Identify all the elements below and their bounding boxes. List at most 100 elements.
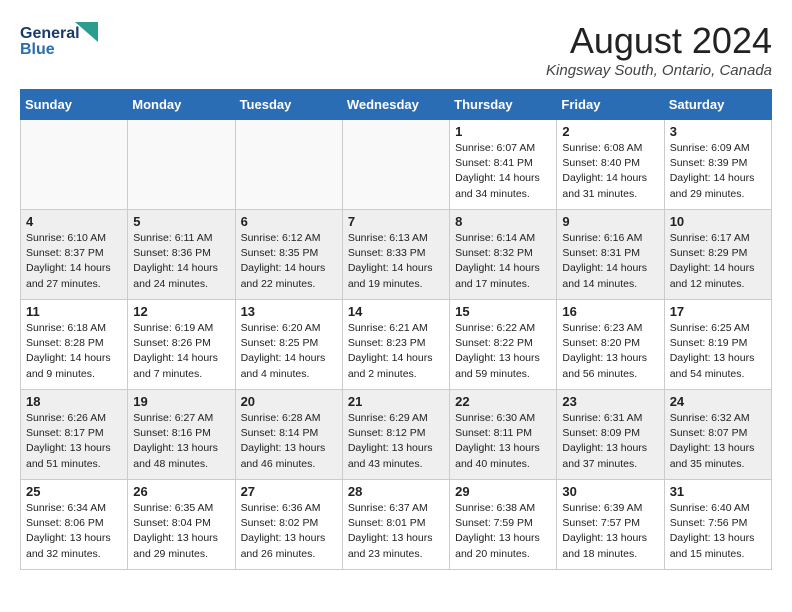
day-number: 23 — [562, 394, 658, 409]
day-number: 7 — [348, 214, 444, 229]
day-number: 30 — [562, 484, 658, 499]
day-number: 17 — [670, 304, 766, 319]
day-info: Sunrise: 6:12 AM Sunset: 8:35 PM Dayligh… — [241, 231, 337, 292]
calendar-cell: 5 Sunrise: 6:11 AM Sunset: 8:36 PM Daylig… — [128, 210, 235, 300]
weekday-header-monday: Monday — [128, 90, 235, 120]
day-info: Sunrise: 6:28 AM Sunset: 8:14 PM Dayligh… — [241, 411, 337, 472]
day-info: Sunrise: 6:35 AM Sunset: 8:04 PM Dayligh… — [133, 501, 229, 562]
day-info: Sunrise: 6:14 AM Sunset: 8:32 PM Dayligh… — [455, 231, 551, 292]
calendar-table: SundayMondayTuesdayWednesdayThursdayFrid… — [20, 89, 772, 570]
calendar-week-row: 1 Sunrise: 6:07 AM Sunset: 8:41 PM Daylig… — [21, 120, 772, 210]
calendar-cell: 9 Sunrise: 6:16 AM Sunset: 8:31 PM Daylig… — [557, 210, 664, 300]
day-info: Sunrise: 6:21 AM Sunset: 8:23 PM Dayligh… — [348, 321, 444, 382]
day-info: Sunrise: 6:10 AM Sunset: 8:37 PM Dayligh… — [26, 231, 122, 292]
day-number: 25 — [26, 484, 122, 499]
day-number: 6 — [241, 214, 337, 229]
day-info: Sunrise: 6:25 AM Sunset: 8:19 PM Dayligh… — [670, 321, 766, 382]
logo-icon: GeneralBlue — [20, 20, 100, 60]
calendar-cell: 31Sunrise: 6:40 AM Sunset: 7:56 PM Dayli… — [664, 480, 771, 570]
calendar-cell: 7 Sunrise: 6:13 AM Sunset: 8:33 PM Daylig… — [342, 210, 449, 300]
day-number: 19 — [133, 394, 229, 409]
calendar-cell — [235, 120, 342, 210]
day-info: Sunrise: 6:08 AM Sunset: 8:40 PM Dayligh… — [562, 141, 658, 202]
day-number: 11 — [26, 304, 122, 319]
day-number: 3 — [670, 124, 766, 139]
day-info: Sunrise: 6:31 AM Sunset: 8:09 PM Dayligh… — [562, 411, 658, 472]
month-title: August 2024 — [546, 20, 772, 62]
day-number: 10 — [670, 214, 766, 229]
day-number: 12 — [133, 304, 229, 319]
day-info: Sunrise: 6:38 AM Sunset: 7:59 PM Dayligh… — [455, 501, 551, 562]
calendar-cell: 4 Sunrise: 6:10 AM Sunset: 8:37 PM Daylig… — [21, 210, 128, 300]
calendar-week-row: 18Sunrise: 6:26 AM Sunset: 8:17 PM Dayli… — [21, 390, 772, 480]
title-block: August 2024 Kingsway South, Ontario, Can… — [546, 20, 772, 79]
day-info: Sunrise: 6:11 AM Sunset: 8:36 PM Dayligh… — [133, 231, 229, 292]
day-number: 15 — [455, 304, 551, 319]
day-number: 5 — [133, 214, 229, 229]
calendar-cell: 13Sunrise: 6:20 AM Sunset: 8:25 PM Dayli… — [235, 300, 342, 390]
weekday-header-thursday: Thursday — [450, 90, 557, 120]
day-number: 29 — [455, 484, 551, 499]
calendar-week-row: 11 Sunrise: 6:18 AM Sunset: 8:28 PM Dayli… — [21, 300, 772, 390]
day-info: Sunrise: 6:22 AM Sunset: 8:22 PM Dayligh… — [455, 321, 551, 382]
day-info: Sunrise: 6:39 AM Sunset: 7:57 PM Dayligh… — [562, 501, 658, 562]
day-info: Sunrise: 6:27 AM Sunset: 8:16 PM Dayligh… — [133, 411, 229, 472]
day-info: Sunrise: 6:37 AM Sunset: 8:01 PM Dayligh… — [348, 501, 444, 562]
calendar-cell: 8Sunrise: 6:14 AM Sunset: 8:32 PM Daylig… — [450, 210, 557, 300]
day-info: Sunrise: 6:16 AM Sunset: 8:31 PM Dayligh… — [562, 231, 658, 292]
calendar-cell: 11 Sunrise: 6:18 AM Sunset: 8:28 PM Dayli… — [21, 300, 128, 390]
calendar-cell: 17 Sunrise: 6:25 AM Sunset: 8:19 PM Dayli… — [664, 300, 771, 390]
day-info: Sunrise: 6:40 AM Sunset: 7:56 PM Dayligh… — [670, 501, 766, 562]
day-number: 24 — [670, 394, 766, 409]
day-number: 28 — [348, 484, 444, 499]
day-info: Sunrise: 6:26 AM Sunset: 8:17 PM Dayligh… — [26, 411, 122, 472]
day-info: Sunrise: 6:29 AM Sunset: 8:12 PM Dayligh… — [348, 411, 444, 472]
calendar-cell: 3 Sunrise: 6:09 AM Sunset: 8:39 PM Daylig… — [664, 120, 771, 210]
day-number: 9 — [562, 214, 658, 229]
day-number: 4 — [26, 214, 122, 229]
location: Kingsway South, Ontario, Canada — [546, 62, 772, 79]
day-info: Sunrise: 6:09 AM Sunset: 8:39 PM Dayligh… — [670, 141, 766, 202]
day-info: Sunrise: 6:32 AM Sunset: 8:07 PM Dayligh… — [670, 411, 766, 472]
weekday-header-wednesday: Wednesday — [342, 90, 449, 120]
weekday-header-row: SundayMondayTuesdayWednesdayThursdayFrid… — [21, 90, 772, 120]
day-info: Sunrise: 6:18 AM Sunset: 8:28 PM Dayligh… — [26, 321, 122, 382]
day-info: Sunrise: 6:30 AM Sunset: 8:11 PM Dayligh… — [455, 411, 551, 472]
weekday-header-friday: Friday — [557, 90, 664, 120]
day-info: Sunrise: 6:36 AM Sunset: 8:02 PM Dayligh… — [241, 501, 337, 562]
day-number: 1 — [455, 124, 551, 139]
day-info: Sunrise: 6:20 AM Sunset: 8:25 PM Dayligh… — [241, 321, 337, 382]
day-info: Sunrise: 6:34 AM Sunset: 8:06 PM Dayligh… — [26, 501, 122, 562]
calendar-week-row: 25 Sunrise: 6:34 AM Sunset: 8:06 PM Dayli… — [21, 480, 772, 570]
calendar-cell: 15 Sunrise: 6:22 AM Sunset: 8:22 PM Dayli… — [450, 300, 557, 390]
calendar-cell: 30 Sunrise: 6:39 AM Sunset: 7:57 PM Dayli… — [557, 480, 664, 570]
calendar-cell: 27Sunrise: 6:36 AM Sunset: 8:02 PM Dayli… — [235, 480, 342, 570]
calendar-cell: 24 Sunrise: 6:32 AM Sunset: 8:07 PM Dayli… — [664, 390, 771, 480]
day-number: 16 — [562, 304, 658, 319]
calendar-cell — [342, 120, 449, 210]
calendar-cell: 25 Sunrise: 6:34 AM Sunset: 8:06 PM Dayli… — [21, 480, 128, 570]
calendar-cell: 22 Sunrise: 6:30 AM Sunset: 8:11 PM Dayli… — [450, 390, 557, 480]
day-info: Sunrise: 6:17 AM Sunset: 8:29 PM Dayligh… — [670, 231, 766, 292]
calendar-cell: 10 Sunrise: 6:17 AM Sunset: 8:29 PM Dayli… — [664, 210, 771, 300]
calendar-cell: 14 Sunrise: 6:21 AM Sunset: 8:23 PM Dayli… — [342, 300, 449, 390]
day-info: Sunrise: 6:13 AM Sunset: 8:33 PM Dayligh… — [348, 231, 444, 292]
page-header: GeneralBlue August 2024 Kingsway South, … — [20, 20, 772, 79]
day-number: 22 — [455, 394, 551, 409]
calendar-cell — [21, 120, 128, 210]
day-number: 14 — [348, 304, 444, 319]
day-info: Sunrise: 6:19 AM Sunset: 8:26 PM Dayligh… — [133, 321, 229, 382]
calendar-cell: 21 Sunrise: 6:29 AM Sunset: 8:12 PM Dayli… — [342, 390, 449, 480]
day-number: 2 — [562, 124, 658, 139]
svg-text:Blue: Blue — [20, 41, 55, 58]
calendar-cell — [128, 120, 235, 210]
day-number: 21 — [348, 394, 444, 409]
day-number: 26 — [133, 484, 229, 499]
logo: GeneralBlue — [20, 20, 100, 60]
calendar-cell: 6 Sunrise: 6:12 AM Sunset: 8:35 PM Daylig… — [235, 210, 342, 300]
calendar-cell: 16 Sunrise: 6:23 AM Sunset: 8:20 PM Dayli… — [557, 300, 664, 390]
calendar-cell: 2 Sunrise: 6:08 AM Sunset: 8:40 PM Daylig… — [557, 120, 664, 210]
day-info: Sunrise: 6:07 AM Sunset: 8:41 PM Dayligh… — [455, 141, 551, 202]
calendar-cell: 26 Sunrise: 6:35 AM Sunset: 8:04 PM Dayli… — [128, 480, 235, 570]
day-info: Sunrise: 6:23 AM Sunset: 8:20 PM Dayligh… — [562, 321, 658, 382]
